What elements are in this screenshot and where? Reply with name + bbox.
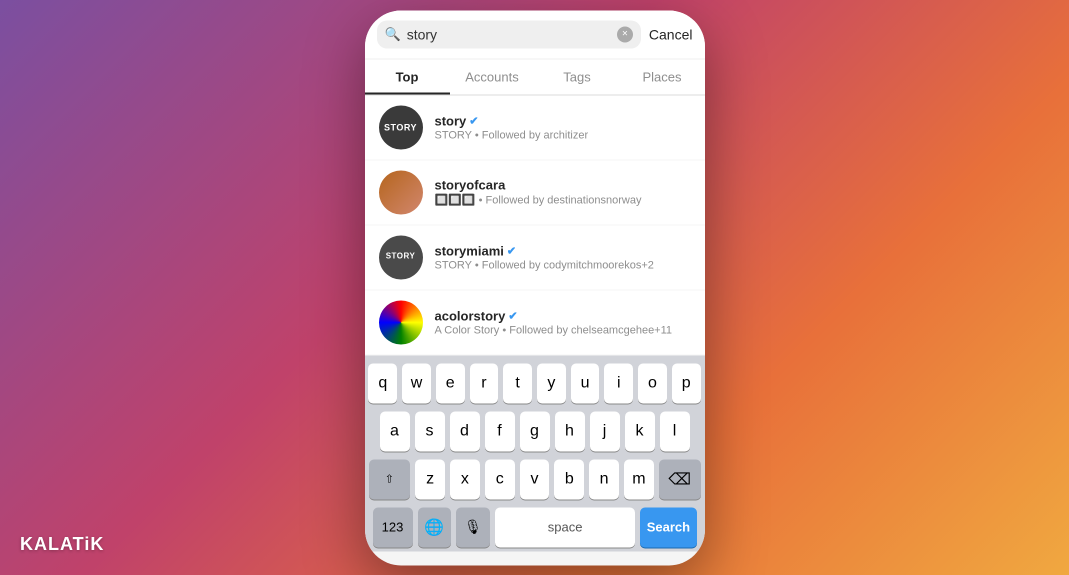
tab-places[interactable]: Places bbox=[620, 59, 705, 94]
list-item[interactable]: STORY story ✔ STORY • Followed by archit… bbox=[365, 95, 705, 160]
list-item[interactable]: storyofcara 🔲🔲🔲 • Followed by destinatio… bbox=[365, 160, 705, 225]
result-username: story ✔ bbox=[435, 113, 691, 128]
clear-icon[interactable]: × bbox=[617, 26, 633, 42]
search-icon: 🔍 bbox=[385, 26, 401, 42]
space-key[interactable]: space bbox=[495, 507, 635, 547]
avatar: STORY bbox=[379, 235, 423, 279]
watermark: KALATiK bbox=[20, 534, 104, 555]
tabs-bar: Top Accounts Tags Places bbox=[365, 59, 705, 95]
keyboard-row-1: q w e r t y u i o p bbox=[369, 363, 701, 403]
key-m[interactable]: m bbox=[624, 459, 654, 499]
key-f[interactable]: f bbox=[485, 411, 515, 451]
tab-tags[interactable]: Tags bbox=[535, 59, 620, 94]
result-subtitle: STORY • Followed by architizer bbox=[435, 129, 691, 141]
result-username: storyofcara bbox=[435, 178, 691, 193]
key-t[interactable]: t bbox=[503, 363, 532, 403]
list-item[interactable]: acolorstory ✔ A Color Story • Followed b… bbox=[365, 290, 705, 355]
numbers-key[interactable]: 123 bbox=[373, 507, 413, 547]
key-q[interactable]: q bbox=[368, 363, 397, 403]
key-v[interactable]: v bbox=[520, 459, 550, 499]
key-u[interactable]: u bbox=[571, 363, 600, 403]
keyboard-row-2: a s d f g h j k l bbox=[369, 411, 701, 451]
search-key[interactable]: Search bbox=[640, 507, 696, 547]
key-g[interactable]: g bbox=[520, 411, 550, 451]
key-w[interactable]: w bbox=[402, 363, 431, 403]
phone-container: 🔍 × Cancel Top Accounts Tags Places STOR… bbox=[365, 10, 705, 565]
key-r[interactable]: r bbox=[470, 363, 499, 403]
tab-accounts[interactable]: Accounts bbox=[450, 59, 535, 94]
tab-top[interactable]: Top bbox=[365, 59, 450, 94]
cancel-button[interactable]: Cancel bbox=[649, 26, 693, 42]
key-z[interactable]: z bbox=[415, 459, 445, 499]
globe-key[interactable]: 🌐 bbox=[418, 507, 452, 547]
key-i[interactable]: i bbox=[604, 363, 633, 403]
key-k[interactable]: k bbox=[625, 411, 655, 451]
result-info: story ✔ STORY • Followed by architizer bbox=[435, 113, 691, 141]
search-input-wrapper[interactable]: 🔍 × bbox=[377, 20, 641, 48]
keyboard-row-3: ⇧ z x c v b n m ⌫ bbox=[369, 459, 701, 499]
search-input[interactable] bbox=[407, 26, 611, 42]
avatar bbox=[379, 170, 423, 214]
result-subtitle: A Color Story • Followed by chelseamcgeh… bbox=[435, 324, 691, 336]
result-username: acolorstory ✔ bbox=[435, 308, 691, 323]
avatar: STORY bbox=[379, 105, 423, 149]
key-x[interactable]: x bbox=[450, 459, 480, 499]
key-h[interactable]: h bbox=[555, 411, 585, 451]
verified-badge: ✔ bbox=[469, 114, 478, 127]
result-username: storymiami ✔ bbox=[435, 243, 691, 258]
keyboard-bottom-row: 123 🌐 🎙 space Search bbox=[369, 507, 701, 547]
result-subtitle: 🔲🔲🔲 • Followed by destinationsnorway bbox=[435, 194, 691, 207]
keyboard: q w e r t y u i o p a s d f g h j k l ⇧ … bbox=[365, 355, 705, 551]
key-b[interactable]: b bbox=[554, 459, 584, 499]
verified-badge: ✔ bbox=[507, 244, 516, 257]
key-j[interactable]: j bbox=[590, 411, 620, 451]
result-info: storyofcara 🔲🔲🔲 • Followed by destinatio… bbox=[435, 178, 691, 207]
mic-key[interactable]: 🎙 bbox=[456, 507, 490, 547]
result-info: acolorstory ✔ A Color Story • Followed b… bbox=[435, 308, 691, 336]
results-list: STORY story ✔ STORY • Followed by archit… bbox=[365, 95, 705, 355]
verified-badge: ✔ bbox=[508, 309, 517, 322]
list-item[interactable]: STORY storymiami ✔ STORY • Followed by c… bbox=[365, 225, 705, 290]
delete-key[interactable]: ⌫ bbox=[659, 459, 701, 499]
key-c[interactable]: c bbox=[485, 459, 515, 499]
key-s[interactable]: s bbox=[415, 411, 445, 451]
shift-key[interactable]: ⇧ bbox=[369, 459, 411, 499]
key-o[interactable]: o bbox=[638, 363, 667, 403]
key-n[interactable]: n bbox=[589, 459, 619, 499]
result-info: storymiami ✔ STORY • Followed by codymit… bbox=[435, 243, 691, 271]
key-l[interactable]: l bbox=[660, 411, 690, 451]
search-bar: 🔍 × Cancel bbox=[365, 10, 705, 59]
key-d[interactable]: d bbox=[450, 411, 480, 451]
result-subtitle: STORY • Followed by codymitchmoorekos+2 bbox=[435, 259, 691, 271]
avatar bbox=[379, 300, 423, 344]
key-a[interactable]: a bbox=[380, 411, 410, 451]
key-p[interactable]: p bbox=[672, 363, 701, 403]
key-e[interactable]: e bbox=[436, 363, 465, 403]
key-y[interactable]: y bbox=[537, 363, 566, 403]
